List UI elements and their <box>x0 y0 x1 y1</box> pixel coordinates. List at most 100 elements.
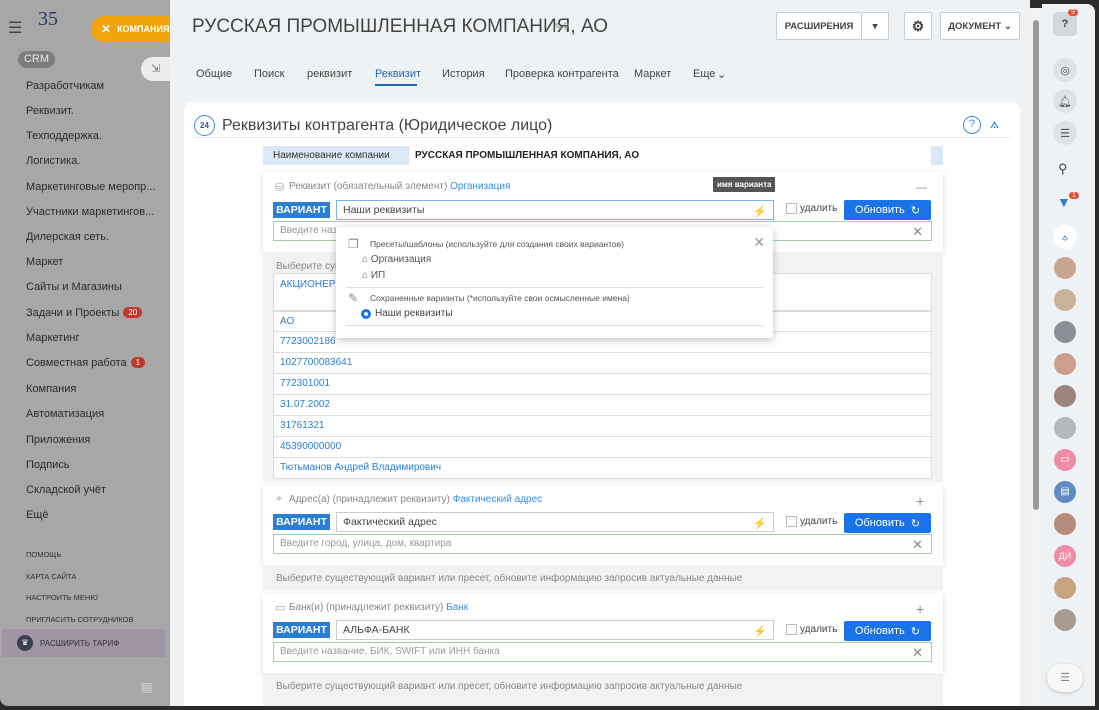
address-search-input[interactable]: Введите город, улица, дом, квартира ✕ <box>273 534 932 554</box>
requisite-field-row[interactable]: 31761321 <box>273 416 932 437</box>
bank-delete-checkbox[interactable] <box>786 624 797 635</box>
help-icon[interactable]: ? <box>963 116 981 134</box>
sidebar-item[interactable]: Приложения <box>26 434 90 446</box>
avatar[interactable] <box>1054 609 1076 631</box>
sidebar-item[interactable]: Ещё <box>26 509 49 521</box>
address-type-link[interactable]: Фактический адрес <box>453 494 542 505</box>
requisite-field-row[interactable]: 772301001 <box>273 374 932 395</box>
sidebar-item[interactable]: Совместная работа 1 <box>26 357 146 369</box>
variant-input[interactable]: Наши реквизиты ⚡ <box>336 200 774 220</box>
sidebar-help[interactable]: Помощь <box>26 550 61 559</box>
add-address-icon[interactable]: + <box>916 493 924 509</box>
avatar[interactable] <box>1054 513 1076 535</box>
bank-update-button[interactable]: Обновить ↻ <box>844 621 931 641</box>
avatar[interactable] <box>1054 353 1076 375</box>
avatar[interactable] <box>1054 257 1076 279</box>
document-button[interactable]: ДОКУМЕНТ ⌄ <box>940 12 1020 40</box>
requisite-field-row[interactable]: 1027700083641 <box>273 353 932 374</box>
sidebar-invite[interactable]: Пригласить сотрудников <box>26 615 134 624</box>
popup-close-icon[interactable]: ✕ <box>753 234 765 251</box>
avatar[interactable] <box>1054 577 1076 599</box>
update-button[interactable]: Обновить ↻ <box>844 200 931 220</box>
extensions-dropdown-icon[interactable]: ▾ <box>861 12 889 40</box>
requisite-field-row[interactable]: 45390000000 <box>273 437 932 458</box>
sidebar-item[interactable]: Логистика. <box>26 155 80 167</box>
preset-organization[interactable]: ⌂ Организация <box>362 254 431 265</box>
sidebar-item[interactable]: Сайты и Магазины <box>26 281 122 293</box>
sidebar-item[interactable]: Автоматизация <box>26 408 104 420</box>
requisite-field-row[interactable]: 31.07.2002 <box>273 395 932 416</box>
tab-3[interactable]: Реквизит <box>375 68 421 80</box>
tab-4[interactable]: История <box>442 68 485 80</box>
sidebar-item[interactable]: Компания <box>26 383 76 395</box>
list-icon[interactable]: ☰ <box>1047 664 1083 692</box>
tab-2[interactable]: реквизит <box>307 68 352 80</box>
extensions-button[interactable]: РАСШИРЕНИЯ <box>776 12 861 40</box>
avatar-initials[interactable]: ДИ <box>1054 545 1076 567</box>
requisite-type-link[interactable]: Организация <box>450 181 510 192</box>
tab-7[interactable]: Еще <box>693 68 715 80</box>
clear-icon[interactable]: ✕ <box>912 644 923 662</box>
sidebar-item[interactable]: Разработчикам <box>26 80 104 92</box>
lightning-icon[interactable]: ⚡ <box>753 203 767 221</box>
sidebar-item[interactable]: Маркет <box>26 256 63 268</box>
lightning-icon[interactable]: ⚡ <box>753 623 767 641</box>
bank-variant-input[interactable]: АЛЬФА-БАНК ⚡ <box>336 620 774 640</box>
avatar[interactable] <box>1054 289 1076 311</box>
address-update-button[interactable]: Обновить ↻ <box>844 513 931 533</box>
sidebar-item[interactable]: Реквизит. <box>26 105 74 117</box>
saved-variant-item[interactable]: Наши реквизиты <box>361 308 453 319</box>
company-badge[interactable]: ✕ КОМПАНИЯ <box>91 16 171 42</box>
sidebar-item[interactable]: Дилерская сеть. <box>26 231 109 243</box>
address-variant-input[interactable]: Фактический адрес ⚡ <box>336 512 774 532</box>
tab-1[interactable]: Поиск <box>254 68 284 80</box>
sidebar-sitemap[interactable]: Карта сайта <box>26 572 76 581</box>
sidebar-item[interactable]: Подпись <box>26 459 70 471</box>
sidebar-item[interactable]: Участники маркетингов... <box>26 206 154 218</box>
preset-ip[interactable]: ⌂ ИП <box>362 270 385 281</box>
lightning-icon[interactable]: ⚡ <box>753 515 767 533</box>
collapse-minus-icon[interactable]: — <box>916 182 927 194</box>
menu-icon[interactable]: ☰ <box>8 18 22 38</box>
chat-icon[interactable]: ☰ <box>1053 121 1077 145</box>
scrollbar[interactable] <box>1030 8 1042 706</box>
avatar[interactable] <box>1054 417 1076 439</box>
company-name-value[interactable]: РУССКАЯ ПРОМЫШЛЕННАЯ КОМПАНИЯ, АО <box>409 146 931 165</box>
edit-icon[interactable]: ✎⚲ <box>554 22 570 33</box>
clear-icon[interactable]: ✕ <box>912 536 923 554</box>
crm-badge[interactable]: CRM <box>18 51 55 68</box>
sidebar-item[interactable]: Маркетинговые меропр... <box>26 181 155 193</box>
tab-6[interactable]: Маркет <box>634 68 671 80</box>
scrollbar-thumb[interactable] <box>1033 20 1039 510</box>
radio-selected[interactable] <box>361 308 371 319</box>
document-icon[interactable]: ▤ <box>1054 481 1076 503</box>
avatar[interactable] <box>1054 321 1076 343</box>
requisite-field-row[interactable]: Тютьманов Андрей Владимирович <box>273 458 932 479</box>
upgrade-plan-button[interactable]: ♛ РАСШИРИТЬ ТАРИФ <box>2 629 165 657</box>
tab-5[interactable]: Проверка контрагента <box>505 68 619 80</box>
compass-app-icon[interactable]: ⟑ <box>1053 225 1077 249</box>
tab-0[interactable]: Общие <box>196 68 232 80</box>
avatar[interactable] <box>1054 385 1076 407</box>
sidebar-item[interactable]: Задачи и Проекты 20 <box>26 307 143 319</box>
contact-card-icon[interactable]: ▭ <box>1054 449 1076 471</box>
close-icon[interactable]: ✕ <box>101 22 111 36</box>
sidebar-item[interactable]: Маркетинг <box>26 332 79 344</box>
delete-checkbox[interactable] <box>786 203 797 214</box>
compass-icon[interactable]: ⟑ <box>990 115 999 132</box>
add-bank-icon[interactable]: + <box>916 601 924 617</box>
collapse-icon[interactable]: ⇲ <box>141 57 170 81</box>
gear-icon[interactable]: ⚙ <box>904 12 932 40</box>
bank-search-input[interactable]: Введите название, БИК, SWIFT или ИНН бан… <box>273 642 932 662</box>
sidebar-item[interactable]: Техподдержка. <box>26 130 102 142</box>
search-icon[interactable]: ⚲ <box>1058 161 1068 177</box>
chevron-down-icon[interactable]: ⌄ <box>717 68 726 81</box>
bank-type-link[interactable]: Банк <box>446 602 468 613</box>
sidebar-configure-menu[interactable]: Настроить меню <box>26 593 98 602</box>
sidebar-item[interactable]: Складской учёт <box>26 484 106 496</box>
printer-icon[interactable]: ▤ <box>141 680 152 694</box>
clear-icon[interactable]: ✕ <box>912 223 923 241</box>
activity-icon[interactable]: ◎ <box>1053 58 1077 82</box>
bell-icon[interactable]: 🔔︎ <box>1053 89 1077 113</box>
address-delete-checkbox[interactable] <box>786 516 797 527</box>
